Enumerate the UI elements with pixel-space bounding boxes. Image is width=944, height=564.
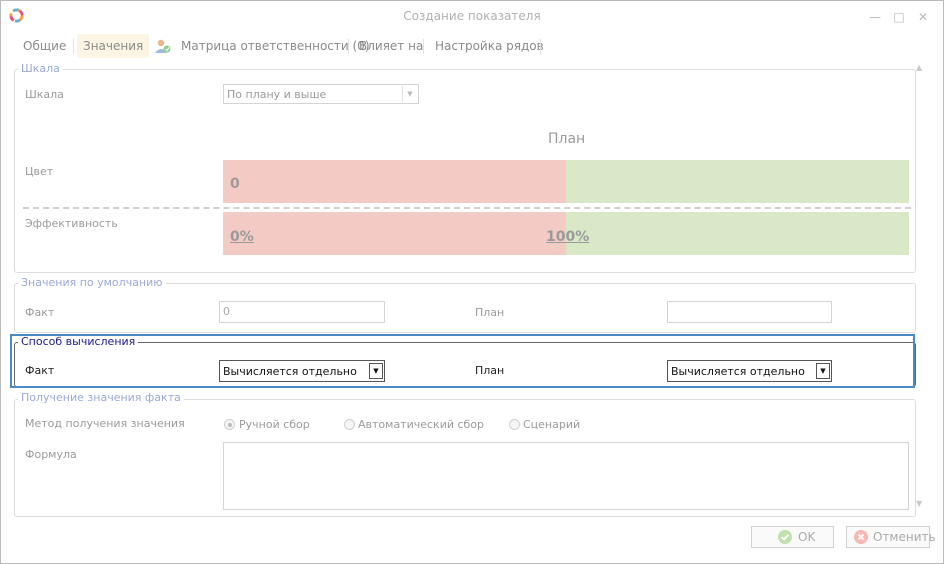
- radio-manual[interactable]: [224, 419, 235, 430]
- default-fact-value: 0: [223, 305, 230, 318]
- tab-series-settings[interactable]: Настройка рядов: [435, 34, 544, 58]
- dialog-window: Создание показателя — □ ✕ Общие Значения…: [0, 0, 944, 564]
- tab-responsibility-label: Матрица ответственности (0): [181, 39, 370, 53]
- radio-selected-dot: [228, 423, 232, 427]
- close-icon[interactable]: ✕: [915, 9, 931, 25]
- check-icon: [778, 530, 792, 544]
- calc-fact-combo[interactable]: Вычисляется отдельно ▼: [219, 360, 385, 382]
- default-plan-label: План: [475, 306, 505, 319]
- minimize-icon[interactable]: —: [867, 9, 883, 25]
- calc-plan-label: План: [475, 364, 505, 377]
- scroll-down-icon[interactable]: ▼: [916, 499, 922, 508]
- radio-script[interactable]: [509, 419, 520, 430]
- users-icon: [155, 39, 171, 53]
- color-label: Цвет: [25, 165, 54, 178]
- calc-fact-label: Факт: [25, 364, 55, 377]
- chevron-down-icon[interactable]: ▼: [369, 363, 383, 379]
- radio-manual-label[interactable]: Ручной сбор: [239, 418, 310, 431]
- tab-influences[interactable]: Влияет на: [359, 34, 423, 58]
- efficiency-band-red[interactable]: [223, 212, 566, 255]
- tab-values[interactable]: Значения: [77, 34, 150, 58]
- default-plan-input[interactable]: [667, 301, 832, 323]
- vertical-scrollbar[interactable]: ▲ ▼: [912, 61, 930, 515]
- scale-label: Шкала: [25, 88, 64, 101]
- tab-separator: [73, 39, 74, 54]
- tab-general[interactable]: Общие: [23, 34, 66, 58]
- chevron-down-icon[interactable]: ▼: [816, 363, 830, 379]
- formula-textarea[interactable]: [223, 442, 909, 510]
- tab-separator: [348, 39, 349, 54]
- scale-combo[interactable]: По плану и выше ▼: [223, 84, 419, 104]
- ok-label: OK: [798, 530, 816, 544]
- efficiency-low-link[interactable]: 0%: [230, 229, 254, 245]
- efficiency-high-link[interactable]: 100%: [546, 229, 589, 245]
- color-band-green[interactable]: [566, 160, 909, 203]
- radio-automatic-label[interactable]: Автоматический сбор: [358, 418, 484, 431]
- calc-plan-combo[interactable]: Вычисляется отдельно ▼: [667, 360, 832, 382]
- title-bar: Создание показателя — □ ✕: [1, 1, 943, 31]
- radio-automatic[interactable]: [344, 419, 355, 430]
- cancel-label: Отменить: [873, 530, 936, 544]
- chevron-down-icon[interactable]: ▼: [402, 86, 417, 102]
- formula-label: Формула: [25, 448, 77, 461]
- method-label: Метод получения значения: [25, 417, 185, 430]
- cancel-button[interactable]: Отменить: [846, 526, 936, 548]
- window-title: Создание показателя: [403, 9, 541, 23]
- tab-separator: [423, 39, 424, 54]
- calc-plan-value: Вычисляется отдельно: [671, 365, 805, 378]
- color-band-red[interactable]: [223, 160, 566, 203]
- fact-group-title: Получение значения факта: [18, 391, 184, 404]
- ok-button[interactable]: OK: [751, 526, 834, 548]
- default-fact-input[interactable]: 0: [219, 301, 385, 323]
- calc-fact-value: Вычисляется отдельно: [223, 365, 357, 378]
- defaults-group-title: Значения по умолчанию: [18, 276, 166, 289]
- scale-divider: [23, 207, 911, 209]
- scroll-up-icon[interactable]: ▲: [916, 63, 922, 72]
- tab-separator: [540, 39, 541, 54]
- scale-combo-value: По плану и выше: [227, 88, 327, 101]
- color-threshold-value: 0: [230, 176, 240, 192]
- scale-group-title: Шкала: [18, 62, 63, 75]
- plan-header: План: [548, 131, 586, 147]
- efficiency-band-green[interactable]: [566, 212, 909, 255]
- default-fact-label: Факт: [25, 306, 55, 319]
- efficiency-label: Эффективность: [25, 217, 118, 230]
- maximize-icon[interactable]: □: [891, 9, 907, 25]
- cancel-icon: [854, 530, 868, 544]
- radio-script-label[interactable]: Сценарий: [523, 418, 580, 431]
